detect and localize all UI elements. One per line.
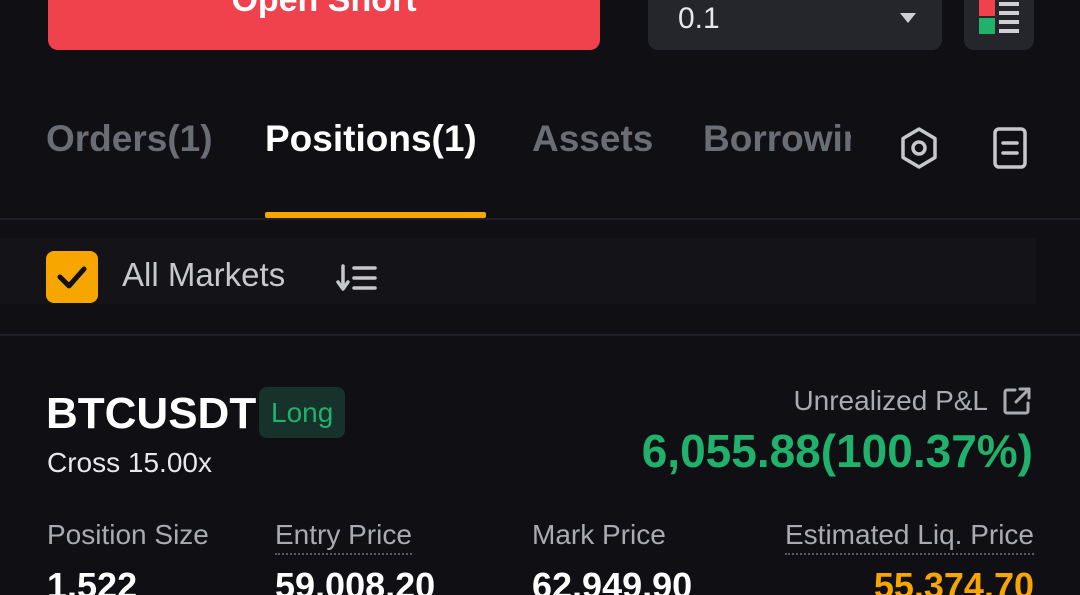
entry-price-label[interactable]: Entry Price: [275, 519, 412, 555]
external-link-icon: [1003, 387, 1031, 415]
position-symbol[interactable]: BTCUSDT: [46, 389, 256, 439]
tab-positions[interactable]: Positions(1): [265, 118, 477, 160]
entry-price-value: 59,008.20: [275, 565, 436, 595]
caret-down-icon: [900, 13, 916, 23]
history-button[interactable]: [988, 122, 1032, 174]
all-markets-checkbox[interactable]: [46, 251, 98, 303]
estimated-liq-price-value: 55,374.70: [873, 565, 1034, 595]
tabs-divider: [0, 218, 1080, 220]
open-short-label: Open Short: [231, 0, 417, 19]
order-book-icon: [979, 0, 1019, 34]
share-pnl-button[interactable]: [999, 384, 1035, 418]
quantity-select[interactable]: 0.1: [648, 0, 942, 50]
settings-button[interactable]: [894, 122, 944, 174]
tab-assets[interactable]: Assets: [532, 118, 653, 160]
position-side-label: Long: [271, 396, 334, 428]
hexagon-settings-icon: [901, 127, 937, 169]
tab-orders[interactable]: Orders(1): [46, 118, 213, 160]
position-size-label: Position Size: [47, 519, 209, 550]
sort-icon: [336, 264, 377, 291]
mark-price-label: Mark Price: [532, 519, 666, 550]
position-size-value: 1.522: [47, 565, 138, 595]
sort-button[interactable]: [334, 258, 380, 298]
position-side-badge: Long: [259, 387, 346, 438]
margin-mode: Cross 15.00x: [47, 447, 212, 478]
document-list-icon: [993, 127, 1027, 169]
quantity-value: 0.1: [678, 2, 720, 35]
tab-borrowing[interactable]: Borrowing: [703, 118, 851, 160]
unrealized-pnl-value: 6,055.88(100.37%): [641, 425, 1033, 477]
filter-divider: [0, 334, 1080, 336]
order-book-toggle-button[interactable]: [964, 0, 1034, 50]
mark-price-value: 62,949.90: [532, 565, 693, 595]
estimated-liq-price-label[interactable]: Estimated Liq. Price: [785, 519, 1034, 555]
unrealized-pnl-label: Unrealized P&L: [793, 385, 988, 416]
checkmark-icon: [57, 266, 87, 289]
open-short-button[interactable]: Open Short: [48, 0, 600, 50]
all-markets-label[interactable]: All Markets: [122, 256, 285, 294]
